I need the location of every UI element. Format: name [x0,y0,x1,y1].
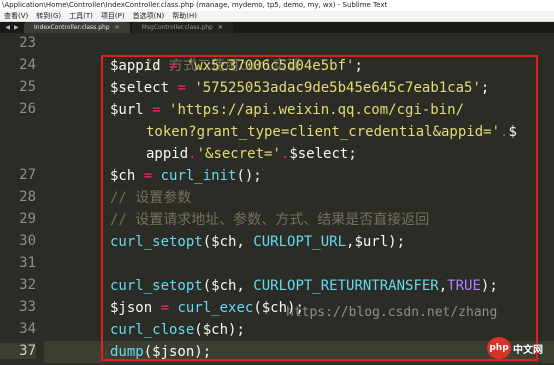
constant: CURLOPT_RETURNTRANSFER [253,278,439,294]
line-number: 25 [19,79,36,95]
code-line-27: $ch = curl_init(); [110,165,262,187]
string-literal: 'wx5c37006c5d04e5bf' [185,58,355,74]
tab-label: MsgController.class.php [141,24,213,31]
window-title: \Application\Home\Controller\IndexContro… [0,0,554,11]
code-line-29: // 设置请求地址、参数、方式、结果是否直接返回 [110,209,429,231]
tab-bar: ◀ ▶ IndexController.class.php ✕ MsgContr… [0,22,554,33]
operator: = [135,168,161,184]
code-line-26: $url = 'https://api.weixin.qq.com/cgi-bi… [110,99,464,121]
punctuation: ; [480,80,490,96]
logo-text: 中文网 [513,344,543,356]
chevron-left-icon[interactable]: ◀ [5,24,10,31]
line-number-current: 37 [0,343,36,359]
operator: . [188,146,197,162]
line-number: 24 [19,57,36,73]
line-number: 31 [19,255,36,271]
tab-label: IndexController.class.php [34,24,110,31]
operator: = [160,58,186,74]
line-number: 27 [19,167,36,183]
punctuation: , [438,278,448,294]
php-logo-icon: php [487,337,511,359]
punctuation: ($ch); [194,322,245,338]
line-number: 34 [19,321,36,337]
close-icon[interactable]: ✕ [218,24,223,31]
line-number: 30 [19,233,36,249]
code-line-30: curl_setopt($ch, CURLOPT_URL,$url); [110,231,405,253]
string-literal: '57525053adac9de5b45e645c7eab1ca5' [194,80,481,96]
constant-true: TRUE [447,278,481,294]
punctuation: ; [354,58,363,74]
line-number: 32 [19,277,36,293]
function-call: curl_setopt [110,278,203,294]
tab-nav: ◀ ▶ [0,22,24,33]
site-logo: php 中文网 [487,336,549,360]
variable: $select [110,80,170,96]
function-call: dump [110,344,144,360]
code-line-26-wrap-2: appid.'&secret='.$select; [146,143,357,165]
close-icon[interactable]: ✕ [115,24,120,31]
menu-item-preferences[interactable]: 首选项(N) [129,11,169,21]
punctuation: ($ch, [202,278,254,294]
menu-item-goto[interactable]: 转到(G) [32,11,65,21]
constant: CURLOPT_URL [253,234,347,250]
line-number: 33 [19,299,36,315]
variable: $json [110,300,153,316]
variable: $url [110,102,144,118]
code-line-36: curl_close($ch); [110,319,245,341]
function-call: curl_close [110,322,195,338]
chevron-right-icon[interactable]: ▶ [14,24,19,31]
variable: appid [146,146,189,162]
variable: $appid [110,58,161,74]
string-literal: 'https://api.weixin.qq.com/cgi-bin/ [169,102,465,118]
comment: // 设置请求地址、参数、方式、结果是否直接返回 [110,212,430,228]
string-literal: '&secret=' [196,146,281,162]
code-line-37: dump($json); [110,341,211,363]
punctuation: ($json); [143,344,212,360]
code-line-28: // 设置参数 [110,187,191,209]
comment: // 设置参数 [110,190,192,206]
menu-item-help[interactable]: 帮助(H) [168,11,201,21]
line-number-gutter: 23 24 25 26 27 28 29 30 31 32 33 34 35 3… [0,33,44,365]
punctuation: ; [348,146,357,162]
line-number: 28 [19,189,36,205]
line-number: 29 [19,211,36,227]
punctuation: ($ch, [202,234,254,250]
variable: $ch [110,168,136,184]
punctuation: ); [480,278,498,294]
watermark: https://blog.csdn.net/zhang [286,305,498,320]
function-call: curl_exec [177,300,254,316]
tab-index-controller[interactable]: IndexController.class.php ✕ [24,22,130,33]
operator: = [169,80,195,96]
code-line-34: $json = curl_exec($ch); [110,297,304,319]
line-number: 23 [19,35,36,51]
code-line-32: curl_setopt($ch, CURLOPT_RETURNTRANSFER,… [110,275,498,297]
menu-item-project[interactable]: 项目(P) [97,11,129,21]
tab-msg-controller[interactable]: MsgController.class.php ✕ [131,22,233,33]
string-literal: token?grant_type=client_credential&appid… [146,124,501,140]
code-line-24: $appid = 'wx5c37006c5d04e5bf'; [110,55,363,77]
menu-bar: 查看(V) 转到(G) 工具(T) 项目(P) 首选项(N) 帮助(H) [0,11,554,22]
operator: = [143,102,170,118]
code-line-25: $select = '57525053adac9de5b45e645c7eab1… [110,77,489,99]
punctuation: (); [236,168,262,184]
variable: $ [508,124,517,140]
variable: $select [289,146,349,162]
function-call: curl_init [160,168,237,184]
punctuation: ,$url); [346,234,406,250]
menu-item-tools[interactable]: 工具(T) [65,11,97,21]
code-line-26-wrap-1: token?grant_type=client_credential&appid… [146,121,517,143]
line-number: 26 [19,101,36,117]
operator: = [152,300,178,316]
menu-item-view[interactable]: 查看(V) [0,11,32,21]
function-call: curl_setopt [110,234,203,250]
